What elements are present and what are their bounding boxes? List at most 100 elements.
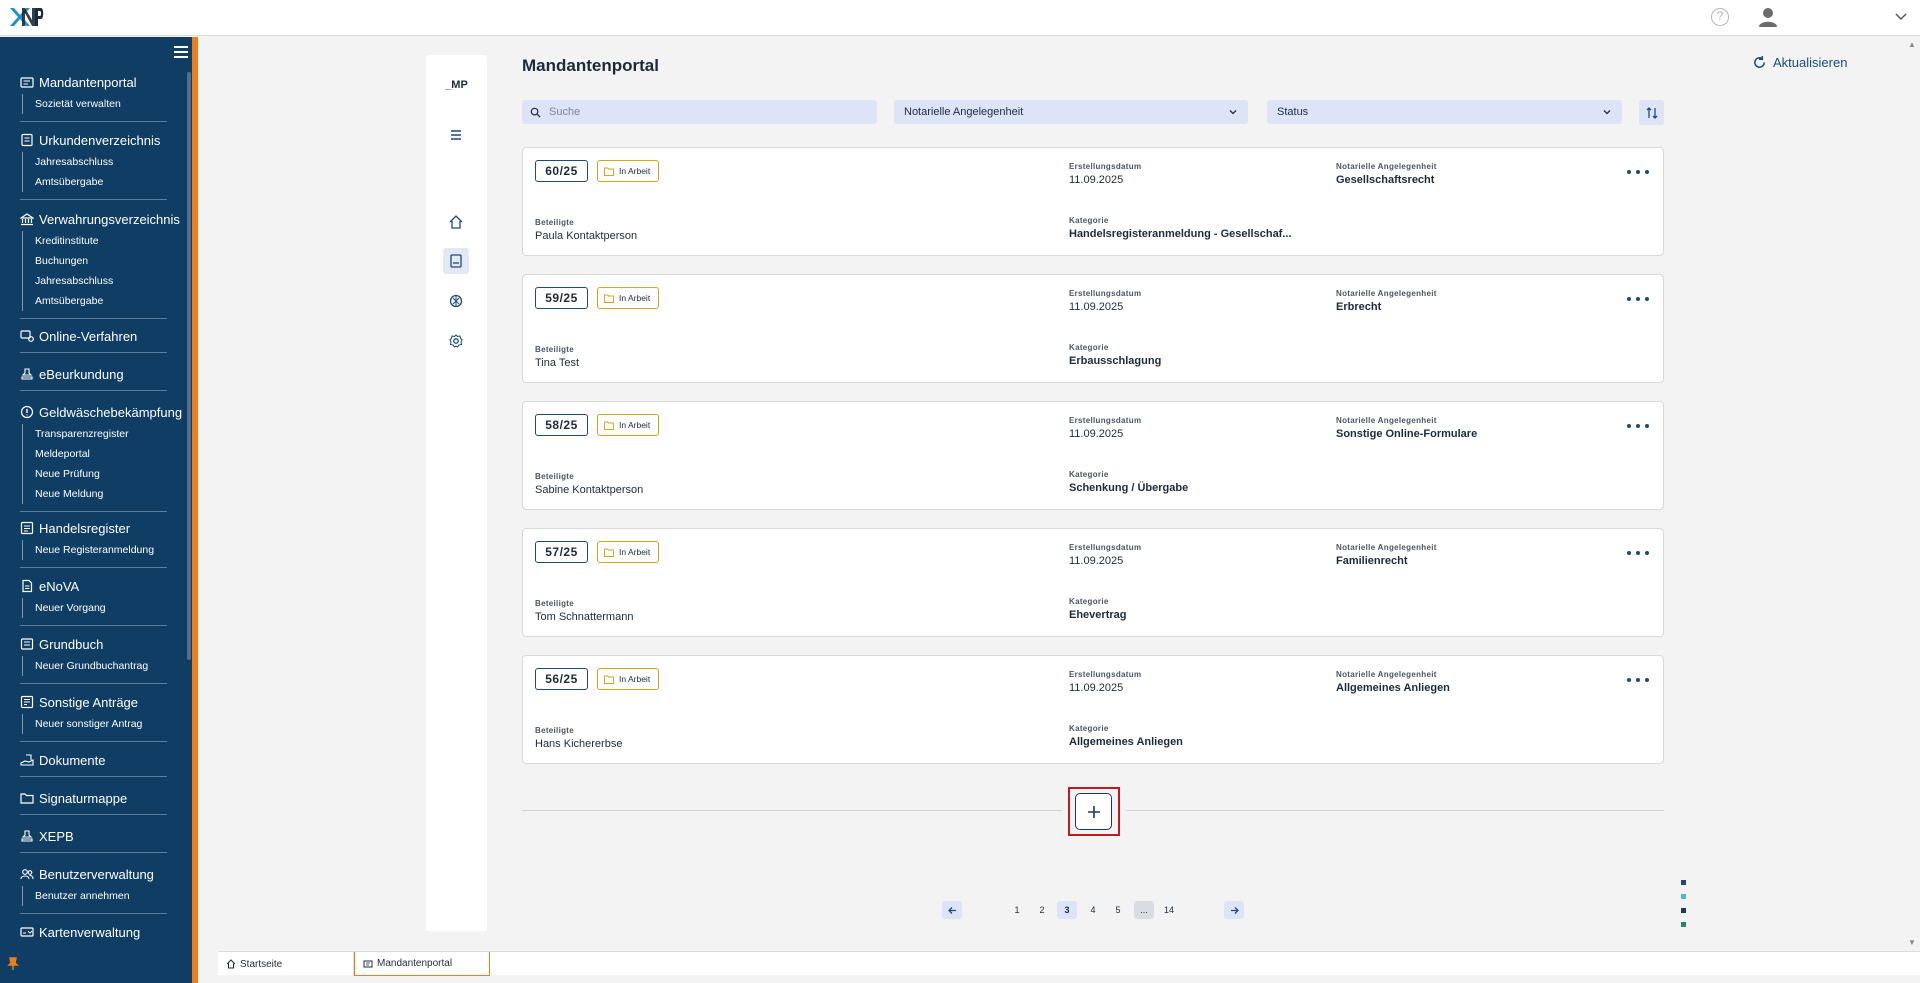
request-card[interactable]: 59/25 In Arbeit Erstellungsdatum 11.09.2025… [522, 274, 1664, 383]
sidebar-scrollbar[interactable] [187, 72, 191, 660]
settings-icon[interactable] [443, 328, 469, 354]
add-request-button[interactable] [1075, 793, 1112, 830]
tab-startseite[interactable]: Startseite [218, 952, 354, 976]
category-value: Handelsregisteranmeldung - Gesellschaf..… [1069, 228, 1292, 240]
sidebar-item[interactable]: Benutzerverwaltung [20, 865, 168, 883]
status-label: In Arbeit [619, 420, 651, 430]
requests-icon[interactable] [443, 248, 469, 274]
page-title: Mandantenportal [522, 56, 659, 75]
xnp-logo[interactable] [8, 5, 44, 29]
status-badge: In Arbeit [597, 668, 660, 690]
prev-page-button[interactable] [942, 901, 962, 919]
sidebar-item[interactable]: Signaturmappe [20, 789, 168, 807]
request-card[interactable]: 60/25 In Arbeit Erstellungsdatum 11.09.2025… [522, 147, 1664, 256]
sidebar-subitems: Neuer Vorgang [22, 598, 168, 618]
sidebar-subitems: Neuer sonstiger Antrag [22, 714, 168, 734]
sidebar-subitem[interactable]: Benutzer annehmen [35, 886, 168, 906]
sidebar-subitem[interactable]: Neuer Vorgang [35, 598, 168, 618]
search-field[interactable] [522, 100, 877, 124]
category-label: Kategorie [1069, 343, 1109, 352]
matter-filter-select[interactable]: Notarielle Angelegenheit [894, 100, 1248, 124]
scroll-down-icon[interactable]: ▼ [1908, 938, 1916, 947]
status-dot-icon [1681, 922, 1686, 927]
participant-name: Hans Kichererbse [535, 738, 623, 750]
sidebar-divider [20, 121, 167, 122]
list-menu-icon[interactable] [443, 122, 469, 148]
folder-icon [604, 675, 614, 684]
sidebar-item[interactable]: Grundbuch [20, 635, 168, 653]
pin-icon[interactable] [7, 957, 19, 971]
sidebar-divider [20, 913, 167, 914]
sidebar-item-label: Signaturmappe [39, 790, 128, 806]
sidebar-subitem[interactable]: Jahresabschluss [35, 152, 168, 172]
more-options-icon[interactable] [1627, 297, 1649, 303]
sidebar-subitem[interactable]: Neuer sonstiger Antrag [35, 714, 168, 734]
sidebar-item[interactable]: eNoVA [20, 577, 168, 595]
sidebar-subitem[interactable]: Jahresabschluss [35, 271, 168, 291]
refresh-button[interactable]: Aktualisieren [1752, 55, 1847, 70]
request-card[interactable]: 58/25 In Arbeit Erstellungsdatum 11.09.2025… [522, 401, 1664, 510]
scroll-up-icon[interactable]: ▲ [1908, 40, 1916, 49]
tab-mandantenportal[interactable]: Mandantenportal [354, 952, 490, 976]
sidebar-subitem[interactable]: Meldeportal [35, 444, 168, 464]
more-options-icon[interactable] [1627, 678, 1649, 684]
sidebar-subitem[interactable]: Neue Meldung [35, 484, 168, 504]
sort-button[interactable] [1639, 100, 1664, 125]
created-date: 11.09.2025 [1069, 555, 1124, 567]
page-number-button[interactable]: 4 [1083, 901, 1103, 919]
next-page-button[interactable] [1224, 901, 1244, 919]
page-number-button[interactable]: 5 [1108, 901, 1128, 919]
sidebar-item[interactable]: Verwahrungsverzeichnis [20, 210, 180, 228]
more-options-icon[interactable] [1627, 551, 1649, 557]
tab-bar: Startseite Mandantenportal [218, 951, 1920, 976]
participants-label: Beteiligte [535, 218, 575, 227]
sidebar-item[interactable]: XEPB [20, 827, 168, 845]
sidebar-subitem[interactable]: Amtsübergabe [35, 291, 168, 311]
status-filter-select[interactable]: Status [1267, 100, 1622, 124]
home-icon[interactable] [443, 209, 469, 235]
matter-value: Familienrecht [1336, 555, 1408, 567]
sidebar-group-3: Verwahrungsverzeichnis Kreditinstitute Buc… [20, 210, 180, 311]
request-card[interactable]: 56/25 In Arbeit Erstellungsdatum 11.09.2025… [522, 655, 1664, 764]
sidebar-item[interactable]: Urkundenverzeichnis [20, 131, 168, 149]
more-options-icon[interactable] [1627, 170, 1649, 176]
help-icon[interactable]: ? [1711, 8, 1729, 26]
sidebar-divider [20, 511, 167, 512]
refresh-icon [1754, 55, 1765, 68]
sidebar-subitem[interactable]: Neue Registeranmeldung [35, 540, 168, 560]
category-label: Kategorie [1069, 470, 1109, 479]
sidebar-subitem[interactable]: Buchungen [35, 251, 168, 271]
request-card[interactable]: 57/25 In Arbeit Erstellungsdatum 11.09.2025… [522, 528, 1664, 637]
participants-label: Beteiligte [535, 599, 575, 608]
page-number-button[interactable]: 14 [1159, 901, 1179, 919]
sidebar-subitem[interactable]: Neue Prüfung [35, 464, 168, 484]
top-bar: ? [0, 0, 1920, 36]
sidebar-subitems: Sozietät verwalten [22, 94, 168, 114]
page-number-button[interactable]: 3 [1057, 901, 1077, 919]
sidebar-subitem[interactable]: Amtsübergabe [35, 172, 168, 192]
sidebar-item[interactable]: eBeurkundung [20, 365, 168, 383]
page-number-button[interactable]: 2 [1032, 901, 1052, 919]
participant-name: Tom Schnattermann [535, 611, 634, 623]
hand-doc-icon [20, 754, 34, 766]
sidebar-subitem[interactable]: Sozietät verwalten [35, 94, 168, 114]
sidebar-item[interactable]: Online-Verfahren [20, 327, 168, 345]
search-input[interactable] [549, 106, 849, 118]
more-options-icon[interactable] [1627, 424, 1649, 430]
menu-toggle-icon[interactable] [174, 46, 188, 58]
sidebar-item[interactable]: Handelsregister [20, 519, 168, 537]
sidebar-item[interactable]: Geldwäschebekämpfung [20, 403, 182, 421]
sidebar-subitem[interactable]: Transparenzregister [35, 424, 168, 444]
sidebar-item[interactable]: Sonstige Anträge [20, 693, 168, 711]
page-number-button[interactable]: 1 [1007, 901, 1027, 919]
sidebar-item[interactable]: Mandantenportal [20, 73, 168, 91]
sidebar-subitem[interactable]: Neuer Grundbuchantrag [35, 656, 168, 676]
sidebar-item[interactable]: Dokumente [20, 751, 168, 769]
sidebar-item[interactable]: Kartenverwaltung [20, 923, 168, 941]
arrow-right-icon [1230, 906, 1239, 914]
user-icon[interactable] [1757, 6, 1779, 28]
ai-icon[interactable] [443, 288, 469, 314]
sidebar-subitem[interactable]: Kreditinstitute [35, 231, 168, 251]
sidebar-group-12: Signaturmappe [20, 789, 168, 807]
chevron-down-icon[interactable] [1894, 9, 1908, 23]
